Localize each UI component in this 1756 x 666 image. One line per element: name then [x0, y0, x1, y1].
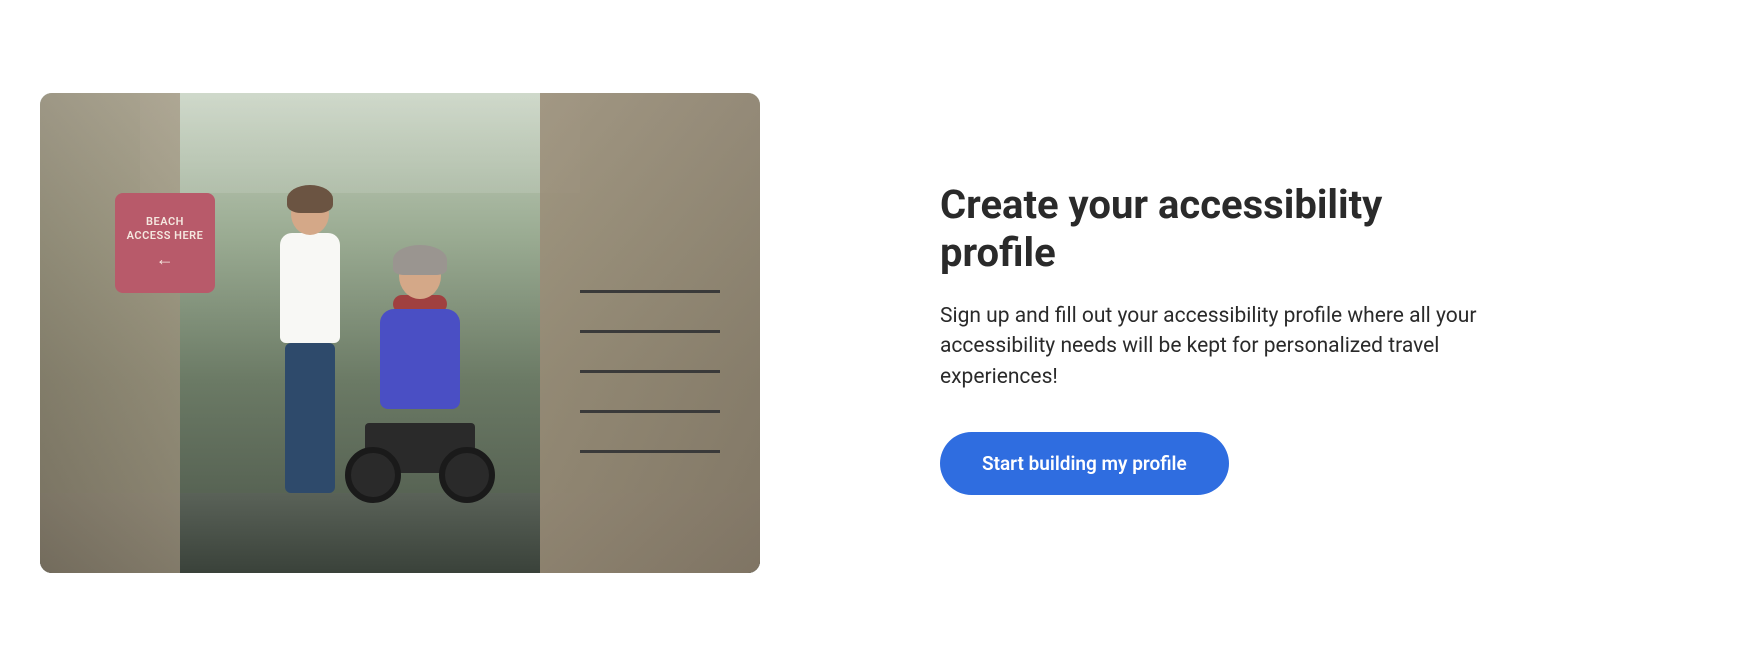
sign-text: BEACH ACCESS HERE	[123, 215, 207, 244]
beach-access-sign: BEACH ACCESS HERE ←	[115, 193, 215, 293]
wheelchair-icon	[340, 393, 500, 513]
hero-image: BEACH ACCESS HERE ←	[40, 93, 760, 573]
start-profile-button[interactable]: Start building my profile	[940, 432, 1229, 495]
section-description: Sign up and fill out your accessibility …	[940, 301, 1500, 392]
content-panel: Create your accessibility profile Sign u…	[940, 171, 1500, 495]
person-wheelchair	[350, 253, 490, 513]
hero-section: BEACH ACCESS HERE ←	[0, 0, 1756, 666]
photo-illustration: BEACH ACCESS HERE ←	[40, 93, 760, 573]
section-heading: Create your accessibility profile	[940, 181, 1500, 277]
arrow-left-icon: ←	[156, 248, 175, 271]
